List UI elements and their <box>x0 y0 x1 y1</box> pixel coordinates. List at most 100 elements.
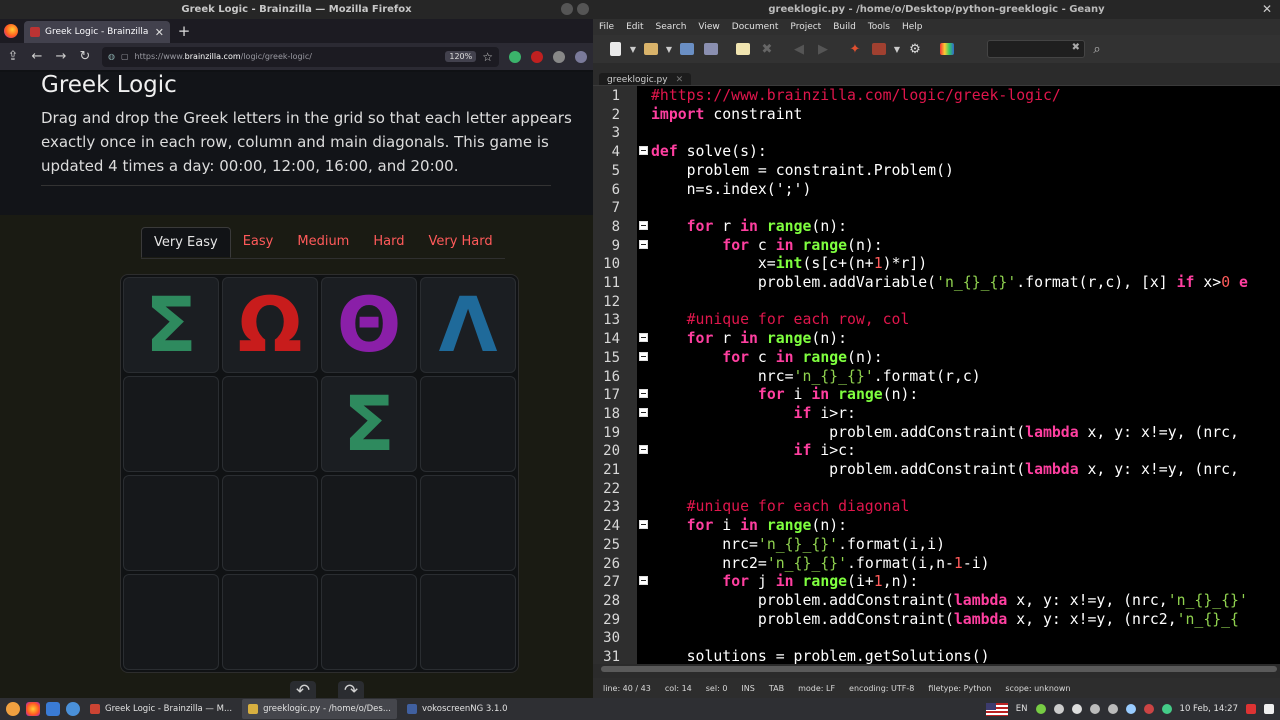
navigate-back-icon[interactable]: ◀ <box>787 39 811 59</box>
ublock-icon[interactable] <box>531 50 543 63</box>
execute-icon[interactable]: ⚙ <box>903 39 927 59</box>
greek-letter-tile[interactable]: Ω <box>238 287 303 363</box>
start-menu-icon[interactable] <box>6 702 20 716</box>
code-line[interactable]: 26 nrc2='n_{}_{}'.format(i,n-1-i) <box>593 555 1280 574</box>
undo-button[interactable]: ↶ <box>290 681 316 698</box>
code-line[interactable]: 29 problem.addConstraint(lambda x, y: x!… <box>593 611 1280 630</box>
code-line[interactable]: 1 #https://www.brainzilla.com/logic/greek… <box>593 87 1280 106</box>
difficulty-tab-easy[interactable]: Easy <box>231 227 286 258</box>
grid-cell[interactable] <box>123 475 219 571</box>
wifi-icon[interactable] <box>1089 704 1100 714</box>
code-line[interactable]: 27 for j in range(i+1,n): <box>593 573 1280 592</box>
grid-cell[interactable]: Σ <box>123 277 219 373</box>
code-line[interactable]: 10 x=int(s[c+(n+1)*r]) <box>593 255 1280 274</box>
menu-help[interactable]: Help <box>902 19 923 35</box>
minimize-button[interactable] <box>561 3 573 15</box>
extension-mask-icon[interactable] <box>575 50 587 63</box>
recording-icon[interactable] <box>1143 704 1154 714</box>
code-line[interactable]: 19 problem.addConstraint(lambda x, y: x!… <box>593 424 1280 443</box>
task-vokoscreen[interactable]: vokoscreenNG 3.1.0 <box>401 699 514 719</box>
fold-toggle-icon[interactable] <box>639 351 648 361</box>
grid-cell[interactable] <box>222 376 318 472</box>
grid-cell[interactable] <box>420 376 516 472</box>
code-line[interactable]: 3 <box>593 124 1280 143</box>
grid-cell[interactable] <box>222 574 318 670</box>
fold-toggle-icon[interactable] <box>639 333 648 343</box>
grid-cell[interactable]: Σ <box>321 376 417 472</box>
menu-project[interactable]: Project <box>790 19 821 35</box>
task-firefox[interactable]: Greek Logic - Brainzilla — M... <box>84 699 238 719</box>
code-line[interactable]: 28 problem.addConstraint(lambda x, y: x!… <box>593 592 1280 611</box>
code-line[interactable]: 7 <box>593 199 1280 218</box>
code-line[interactable]: 20 if i>c: <box>593 442 1280 461</box>
fold-toggle-icon[interactable] <box>639 445 648 455</box>
maximize-button[interactable] <box>577 3 589 15</box>
notification-icon[interactable] <box>1053 704 1064 714</box>
scrollbar-thumb[interactable] <box>601 666 1277 672</box>
back-icon[interactable]: ← <box>30 49 44 64</box>
revert-icon[interactable] <box>731 39 755 59</box>
build-icon[interactable] <box>867 39 891 59</box>
menu-document[interactable]: Document <box>732 19 779 35</box>
tray-red-icon[interactable] <box>1246 704 1256 714</box>
difficulty-tab-very-easy[interactable]: Very Easy <box>141 227 231 258</box>
code-line[interactable]: 11 problem.addVariable('n_{}_{}'.format(… <box>593 274 1280 293</box>
extensions-icon[interactable]: ⇪ <box>6 49 20 64</box>
color-chooser-icon[interactable] <box>935 39 959 59</box>
build-dropdown-icon[interactable]: ▼ <box>891 45 903 54</box>
close-tab-icon[interactable]: ✕ <box>155 26 164 39</box>
code-line[interactable]: 25 nrc='n_{}_{}'.format(i,i) <box>593 536 1280 555</box>
show-desktop-icon[interactable] <box>1264 704 1274 714</box>
open-file-icon[interactable] <box>639 39 663 59</box>
fold-toggle-icon[interactable] <box>639 520 648 530</box>
grid-cell[interactable]: Λ <box>420 277 516 373</box>
fold-toggle-icon[interactable] <box>639 146 648 156</box>
search-icon[interactable]: ⌕ <box>1085 39 1109 59</box>
grid-cell[interactable] <box>321 475 417 571</box>
extension-green-icon[interactable] <box>509 50 521 63</box>
difficulty-tab-medium[interactable]: Medium <box>285 227 361 258</box>
code-line[interactable]: 21 problem.addConstraint(lambda x, y: x!… <box>593 461 1280 480</box>
grid-cell[interactable] <box>123 376 219 472</box>
firefox-launcher-icon[interactable] <box>26 702 40 716</box>
code-line[interactable]: 12 <box>593 293 1280 312</box>
difficulty-tab-very-hard[interactable]: Very Hard <box>416 227 504 258</box>
volume-icon[interactable] <box>1107 704 1118 714</box>
extension-gray-icon[interactable] <box>553 50 565 63</box>
firefox-logo-icon[interactable] <box>4 24 18 38</box>
compile-icon[interactable]: ✦ <box>843 39 867 59</box>
code-line[interactable]: 9 for c in range(n): <box>593 237 1280 256</box>
code-line[interactable]: 17 for i in range(n): <box>593 386 1280 405</box>
code-line[interactable]: 13 #unique for each row, col <box>593 311 1280 330</box>
menu-edit[interactable]: Edit <box>626 19 643 35</box>
code-line[interactable]: 15 for c in range(n): <box>593 349 1280 368</box>
horizontal-scrollbar[interactable] <box>593 664 1280 674</box>
close-window-icon[interactable]: ✕ <box>1262 0 1272 19</box>
keyboard-layout[interactable]: EN <box>1016 704 1028 714</box>
tracking-shield-icon[interactable]: ◍ <box>108 52 115 61</box>
us-flag-icon[interactable] <box>985 702 1008 716</box>
menu-view[interactable]: View <box>698 19 719 35</box>
menu-build[interactable]: Build <box>833 19 856 35</box>
power-icon[interactable] <box>1071 704 1082 714</box>
code-editor[interactable]: 1 #https://www.brainzilla.com/logic/greek… <box>593 85 1280 665</box>
grid-cell[interactable]: Ω <box>222 277 318 373</box>
tray-app-icon[interactable] <box>1035 704 1046 714</box>
greek-letter-tile[interactable]: Λ <box>439 287 498 363</box>
greek-letter-tile[interactable]: Σ <box>145 287 197 363</box>
save-all-icon[interactable] <box>699 39 723 59</box>
code-line[interactable]: 18 if i>r: <box>593 405 1280 424</box>
files-launcher-icon[interactable] <box>46 702 60 716</box>
grid-cell[interactable] <box>321 574 417 670</box>
new-file-dropdown-icon[interactable]: ▼ <box>627 45 639 54</box>
task-geany[interactable]: greeklogic.py - /home/o/Des... <box>242 699 397 719</box>
menu-tools[interactable]: Tools <box>868 19 890 35</box>
code-line[interactable]: 30 <box>593 629 1280 648</box>
grid-cell[interactable] <box>420 475 516 571</box>
fold-toggle-icon[interactable] <box>639 407 648 417</box>
grid-cell[interactable] <box>420 574 516 670</box>
greek-letter-tile[interactable]: Θ <box>337 287 402 363</box>
app-launcher-icon[interactable] <box>66 702 80 716</box>
code-line[interactable]: 6 n=s.index(';') <box>593 181 1280 200</box>
code-line[interactable]: 2 import constraint <box>593 106 1280 125</box>
